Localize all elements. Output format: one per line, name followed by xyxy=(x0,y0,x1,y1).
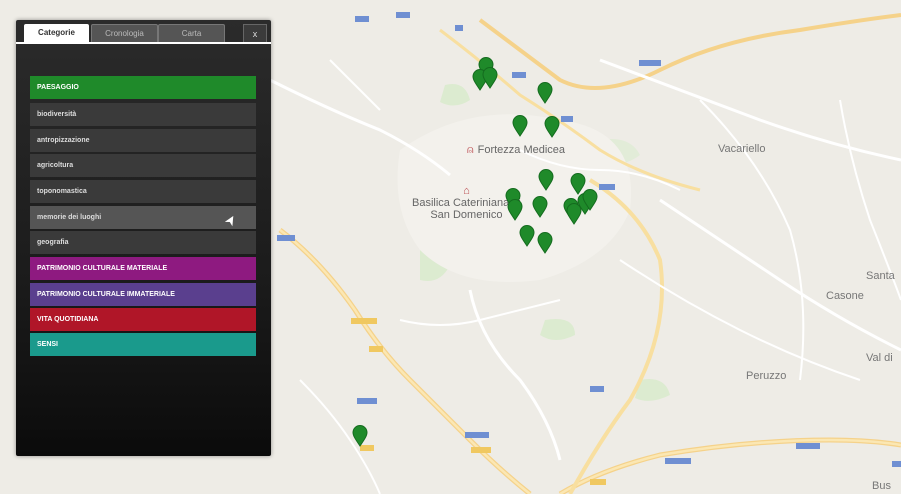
map-marker-icon[interactable] xyxy=(519,225,535,247)
place-label: San Domenico xyxy=(430,209,503,221)
category-item[interactable]: geografia xyxy=(30,231,256,254)
map-marker-icon[interactable] xyxy=(538,169,554,191)
category-item[interactable]: toponomastica xyxy=(30,180,256,203)
category-item[interactable]: antropizzazione xyxy=(30,129,256,152)
tab-categorie[interactable]: Categorie xyxy=(24,24,89,42)
map-marker-icon[interactable] xyxy=(507,199,523,221)
map-marker-icon[interactable] xyxy=(352,425,368,447)
pointer-cursor-icon: ➤ xyxy=(221,212,240,229)
category-item[interactable]: PATRIMONIO CULTURALE IMMATERIALE xyxy=(30,283,256,306)
map-marker-icon[interactable] xyxy=(544,116,560,138)
map-marker-icon[interactable] xyxy=(482,67,498,89)
church-icon: ⌂ xyxy=(463,185,470,197)
category-item[interactable]: VITA QUOTIDIANA xyxy=(30,308,256,331)
place-label: Vacariello xyxy=(718,143,766,155)
map-marker-icon[interactable] xyxy=(582,189,598,211)
place-label: Santa xyxy=(866,270,895,282)
category-item[interactable]: biodiversità xyxy=(30,103,256,126)
place-label: Fortezza Medicea xyxy=(477,144,566,156)
category-item[interactable]: PAESAGGIO xyxy=(30,76,256,99)
tab-cronologia[interactable]: Cronologia xyxy=(91,24,158,43)
category-item[interactable]: memorie dei luoghi ➤ xyxy=(30,206,256,229)
landmark-icon: ⍝ xyxy=(467,144,474,156)
place-label: Peruzzo xyxy=(746,370,787,382)
tab-carta[interactable]: Carta xyxy=(158,24,225,43)
category-panel: Categorie Cronologia Carta x PAESAGGIO bi… xyxy=(16,20,271,456)
map-marker-icon[interactable] xyxy=(512,115,528,137)
category-item[interactable]: agricoltura xyxy=(30,154,256,177)
place-label: Casone xyxy=(826,290,864,302)
category-item[interactable]: SENSI xyxy=(30,333,256,356)
map-marker-icon[interactable] xyxy=(537,232,553,254)
map-marker-icon[interactable] xyxy=(537,82,553,104)
poi-fortezza-medicea[interactable]: ⍝ Fortezza Medicea xyxy=(467,144,565,157)
category-item[interactable]: PATRIMONIO CULTURALE MATERIALE xyxy=(30,257,256,280)
map-marker-icon[interactable] xyxy=(532,196,548,218)
place-label: Val di xyxy=(866,352,893,364)
tab-divider xyxy=(16,42,271,44)
close-button[interactable]: x xyxy=(243,24,267,44)
place-label: Bus xyxy=(872,480,891,492)
panel-tabs: Categorie Cronologia Carta x xyxy=(16,20,271,44)
